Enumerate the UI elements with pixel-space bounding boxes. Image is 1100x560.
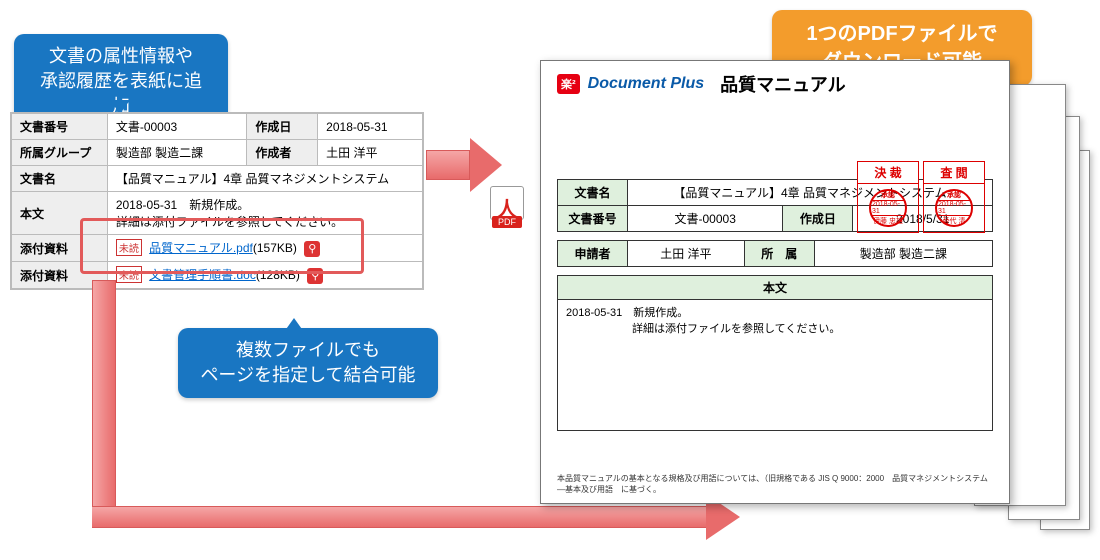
label-doc-no: 文書番号 <box>12 114 108 140</box>
value-author: 土田 洋平 <box>318 140 423 166</box>
label-applicant: 申請者 <box>558 241 628 267</box>
callout-tail <box>284 318 304 332</box>
value-doc-no: 文書-00003 <box>628 206 783 232</box>
value-created: 2018-05-31 <box>318 114 423 140</box>
label-dept: 所 属 <box>744 241 814 267</box>
value-group: 製造部 製造二課 <box>107 140 246 166</box>
label-body: 本文 <box>558 276 992 300</box>
cover-footer-note: 本品質マニュアルの基本となる規格及び用語については、（旧規格である JIS Q … <box>557 473 993 495</box>
label-created: 作成日 <box>783 206 853 232</box>
logo-raku: 楽² <box>557 74 580 94</box>
value-doc-name: 【品質マニュアル】4章 品質マネジメントシステム <box>107 166 422 192</box>
cover-title: 品質マニュアル <box>720 71 845 97</box>
cover-body: 本文 2018-05-31 新規作成。 詳細は添付ファイルを参照してください。 <box>557 275 993 431</box>
hanko-stamp: 承認 2018-05-31 替代 清 <box>935 189 973 227</box>
approval-stamps: 決 裁 承認 2018-05-31 伊藤 忠雄 査 閲 承認 2018-05-3… <box>857 161 985 233</box>
callout-line: 文書の属性情報や <box>32 44 210 69</box>
stamp-header-approve: 決 裁 <box>858 162 918 184</box>
cover-applicant-table: 申請者 土田 洋平 所 属 製造部 製造二課 <box>557 240 993 267</box>
value-doc-no: 文書-00003 <box>107 114 246 140</box>
callout-line: 複数ファイルでも <box>196 338 420 363</box>
callout-merge: 複数ファイルでも ページを指定して結合可能 <box>178 328 438 398</box>
pdf-icon: 人 PDF <box>490 186 524 228</box>
label-author: 作成者 <box>247 140 318 166</box>
label-doc-name: 文書名 <box>558 180 628 206</box>
callout-line: ページを指定して結合可能 <box>196 363 420 388</box>
pdf-cover-page: 楽² Document Plus 品質マニュアル 決 裁 承認 2018-05-… <box>540 60 1010 504</box>
label-created: 作成日 <box>247 114 318 140</box>
label-group: 所属グループ <box>12 140 108 166</box>
stamp-header-review: 査 閲 <box>924 162 984 184</box>
label-doc-name: 文書名 <box>12 166 108 192</box>
logo-documentplus: Document Plus <box>588 75 704 93</box>
callout-line: 1つのPDFファイルで <box>790 20 1014 48</box>
attachment-highlight <box>80 218 364 274</box>
value-applicant: 土田 洋平 <box>628 241 745 267</box>
label-doc-no: 文書番号 <box>558 206 628 232</box>
hanko-stamp: 承認 2018-05-31 伊藤 忠雄 <box>869 189 907 227</box>
value-dept: 製造部 製造二課 <box>814 241 992 267</box>
